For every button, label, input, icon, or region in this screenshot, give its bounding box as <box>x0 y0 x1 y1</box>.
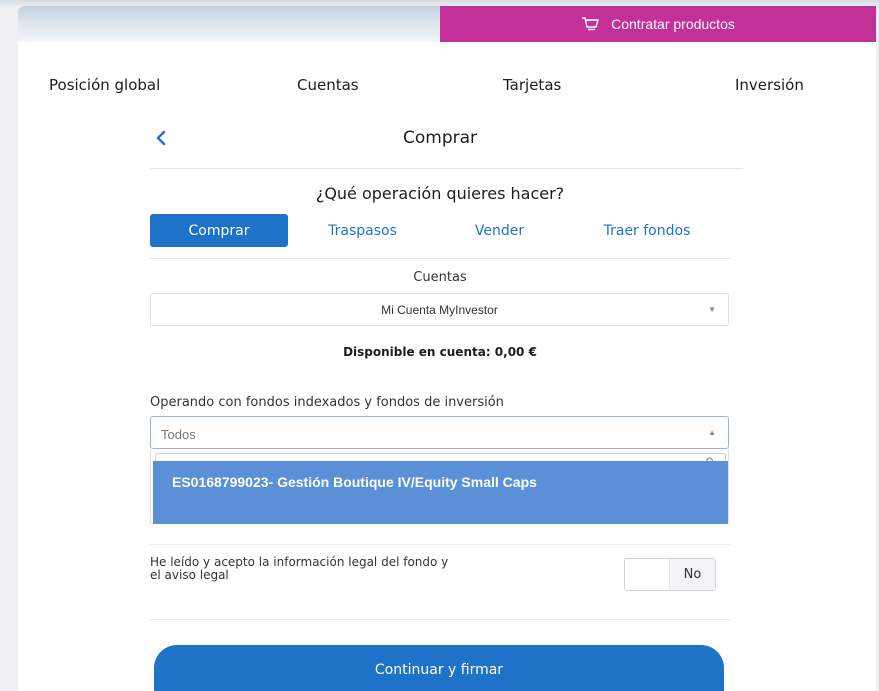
page-title: Comprar <box>402 128 478 148</box>
tabs-divider <box>150 258 730 259</box>
tab-bring-funds[interactable]: Traer fondos <box>574 214 720 247</box>
available-balance: Disponible en cuenta: 0,00 € <box>343 345 537 359</box>
cart-icon <box>582 17 600 31</box>
tab-transfers[interactable]: Traspasos <box>300 214 425 247</box>
fund-select-value: Todos <box>161 427 196 442</box>
fund-select-label: Operando con fondos indexados y fondos d… <box>150 395 504 410</box>
caret-down-icon: ▼ <box>708 305 716 314</box>
legal-acceptance-toggle[interactable]: No <box>624 558 716 591</box>
main-nav: Posición global Cuentas Tarjetas Inversi… <box>0 76 879 98</box>
nav-item-global-position[interactable]: Posición global <box>49 76 160 94</box>
contract-products-button[interactable]: Contratar productos <box>440 6 876 42</box>
fund-select[interactable]: Todos ▲ <box>150 416 729 449</box>
tab-buy[interactable]: Comprar <box>150 214 288 247</box>
caret-up-icon: ▲ <box>708 428 716 437</box>
legal-acceptance-text: He leído y acepto la información legal d… <box>150 555 449 582</box>
header-divider <box>150 168 743 169</box>
nav-item-investment[interactable]: Inversión <box>735 76 804 94</box>
footer-divider <box>150 619 730 620</box>
accounts-label: Cuentas <box>413 270 467 285</box>
contract-products-label: Contratar productos <box>611 16 735 32</box>
operation-question: ¿Qué operación quieres hacer? <box>315 184 565 203</box>
legal-divider-top <box>150 544 730 545</box>
account-select[interactable]: Mi Cuenta MyInvestor ▼ <box>150 293 729 326</box>
continue-and-sign-button[interactable]: Continuar y firmar <box>154 645 724 691</box>
nav-item-cards[interactable]: Tarjetas <box>503 76 561 94</box>
operation-tabs: Comprar Traspasos Vender Traer fondos <box>150 214 730 247</box>
toggle-knob <box>625 559 670 590</box>
tab-sell[interactable]: Vender <box>437 214 562 247</box>
fund-option-highlighted[interactable]: ES0168799023- Gestión Boutique IV/Equity… <box>153 461 728 524</box>
toggle-state: No <box>670 559 715 590</box>
account-select-value: Mi Cuenta MyInvestor <box>381 303 498 317</box>
nav-item-accounts[interactable]: Cuentas <box>297 76 359 94</box>
